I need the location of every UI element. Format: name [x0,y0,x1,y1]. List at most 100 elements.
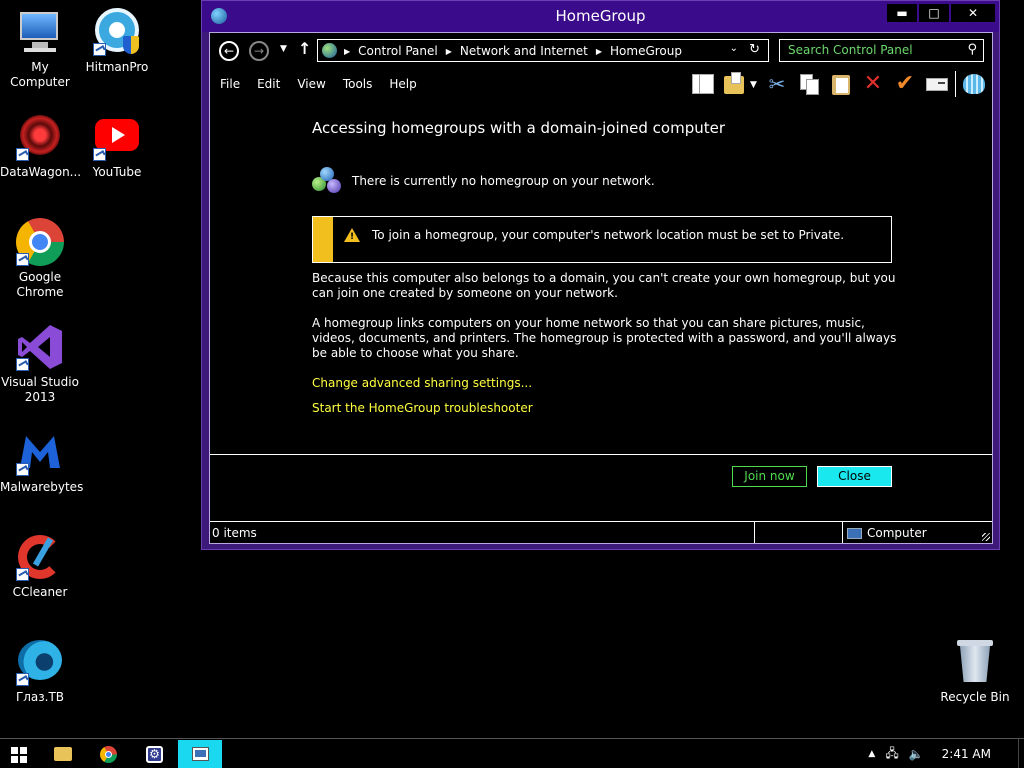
desktop-icon-label: Recycle Bin [940,690,1010,704]
warning-bar [313,217,333,262]
desktop-icon-label: Google Chrome [16,270,64,299]
navigation-bar: ← → ▼ ↑ ▶ Control Panel ▶ Network and In… [210,33,992,67]
desktop-icon-label: My Computer [10,60,70,89]
start-button[interactable] [11,747,27,763]
breadcrumb-homegroup[interactable]: HomeGroup [610,44,682,58]
maximize-button[interactable]: □ [919,4,949,22]
delete-icon[interactable]: ✕ [861,72,885,96]
warning-text: To join a homegroup, your computer's net… [372,228,845,242]
address-bar[interactable]: ▶ Control Panel ▶ Network and Internet ▶… [317,39,769,62]
search-box[interactable]: ⚲ [779,39,984,62]
properties-icon[interactable] [925,72,949,96]
minimize-button[interactable]: ▬ [887,4,917,22]
menu-help[interactable]: Help [389,77,416,91]
taskbar: ⚙ ▲ 🖧 🔈 2:41 AM [0,738,1024,768]
toolbar: ▼ ✂ ✕ ✔ [691,71,986,97]
domain-explanation: Because this computer also belongs to a … [312,271,896,300]
desktop-icon-hitmanpro[interactable]: HitmanPro [77,8,157,75]
ccleaner-icon [16,533,64,581]
zone-indicator: Computer [847,526,927,540]
breadcrumb: ▶ Control Panel ▶ Network and Internet ▶… [344,44,682,58]
status-text: There is currently no homegroup on your … [352,173,655,188]
taskbar-settings-app[interactable]: ⚙ [132,740,176,768]
cut-icon[interactable]: ✂ [765,72,789,96]
window-body: ← → ▼ ↑ ▶ Control Panel ▶ Network and In… [209,32,993,544]
status-divider [842,522,843,543]
up-button[interactable]: ↑ [298,39,311,58]
network-icon[interactable]: 🖧 [885,744,898,765]
forward-arrow-icon: → [253,44,265,58]
status-bar: 0 items Computer [210,521,992,543]
youtube-icon [93,113,141,161]
homegroup-network-icon [312,167,342,195]
desktop-icon-label: Malwarebytes [0,480,84,494]
breadcrumb-network-and-internet[interactable]: Network and Internet [460,44,588,58]
chevron-down-icon[interactable]: ⌄ [730,43,738,54]
join-now-button[interactable]: Join now [732,466,807,487]
menu-file[interactable]: File [220,77,240,91]
forward-button[interactable]: → [249,41,269,61]
chevron-right-icon[interactable]: ▶ [344,47,350,56]
menu-bar: File Edit View Tools Help [220,77,417,91]
shell-icon[interactable] [962,72,986,96]
desktop-icon-label: Глаз.ТВ [15,690,65,704]
desktop-icon-youtube[interactable]: YouTube [77,113,157,180]
system-tray: ▲ 🖧 🔈 2:41 AM [868,739,1024,768]
taskbar-control-panel[interactable] [178,740,222,768]
close-window-button[interactable]: ✕ [951,4,995,22]
desktop-icon-ccleaner[interactable]: CCleaner [0,533,80,600]
desktop-icon-label: HitmanPro [85,60,149,74]
copy-icon[interactable] [797,72,821,96]
title-bar[interactable]: HomeGroup ▬ □ ✕ [202,1,999,32]
advanced-sharing-link[interactable]: Change advanced sharing settings... [312,376,532,391]
breadcrumb-control-panel[interactable]: Control Panel [358,44,438,58]
status-divider [754,522,755,543]
search-icon[interactable]: ⚲ [967,42,977,57]
volume-icon[interactable]: 🔈 [909,747,924,761]
control-panel-icon [322,43,337,58]
close-button[interactable]: Close [817,466,892,487]
desktop-icon-label: Visual Studio 2013 [1,375,79,404]
chevron-right-icon[interactable]: ▶ [446,47,452,56]
warning-icon [344,228,360,245]
recycle-bin-icon [951,638,999,686]
warning-banner: To join a homegroup, your computer's net… [312,216,892,263]
menu-tools[interactable]: Tools [343,77,373,91]
desktop-icon-datawagon[interactable]: DataWagon... [0,113,82,180]
page-title: Accessing homegroups with a domain-joine… [312,119,726,137]
item-count: 0 items [212,526,257,540]
menu-edit[interactable]: Edit [257,77,280,91]
back-arrow-icon: ← [223,44,235,58]
paste-icon[interactable] [829,72,853,96]
back-button[interactable]: ← [219,41,239,61]
chevron-right-icon[interactable]: ▶ [596,47,602,56]
folder-options-icon[interactable]: ▼ [723,72,757,96]
chevron-up-icon[interactable]: ▲ [868,749,875,759]
desktop-icon-malwarebytes[interactable]: Malwarebytes [0,428,84,495]
menu-and-toolbar: File Edit View Tools Help ▼ ✂ ✕ ✔ [210,71,992,97]
taskbar-chrome[interactable] [86,740,130,768]
checkmark-icon[interactable]: ✔ [893,72,917,96]
search-input[interactable] [788,43,958,57]
desktop-icon-my-computer[interactable]: My Computer [0,8,80,90]
homegroup-window[interactable]: HomeGroup ▬ □ ✕ ← → ▼ ↑ ▶ Control Panel … [201,0,1000,550]
desktop-icon-glaz-tv[interactable]: Глаз.ТВ [0,638,80,705]
clock[interactable]: 2:41 AM [942,747,991,761]
troubleshooter-link[interactable]: Start the HomeGroup troubleshooter [312,401,533,416]
layout-pane-icon[interactable] [691,72,715,96]
resize-grip[interactable] [982,533,990,541]
desktop-icon-label: YouTube [92,165,142,179]
desktop-icon-label: DataWagon... [0,165,82,179]
taskbar-file-explorer[interactable] [40,740,84,768]
glaz-tv-icon [16,638,64,686]
desktop-icon-recycle-bin[interactable]: Recycle Bin [935,638,1015,705]
recent-locations-dropdown[interactable]: ▼ [280,44,287,54]
visual-studio-icon [16,323,64,371]
show-desktop-button[interactable] [1018,739,1024,768]
desktop-icon-visual-studio[interactable]: Visual Studio 2013 [0,323,80,405]
refresh-icon[interactable]: ↻ [749,42,760,57]
gear-icon: ⚙ [146,746,163,763]
menu-view[interactable]: View [297,77,325,91]
zone-label: Computer [867,526,927,540]
desktop-icon-google-chrome[interactable]: Google Chrome [0,218,80,300]
